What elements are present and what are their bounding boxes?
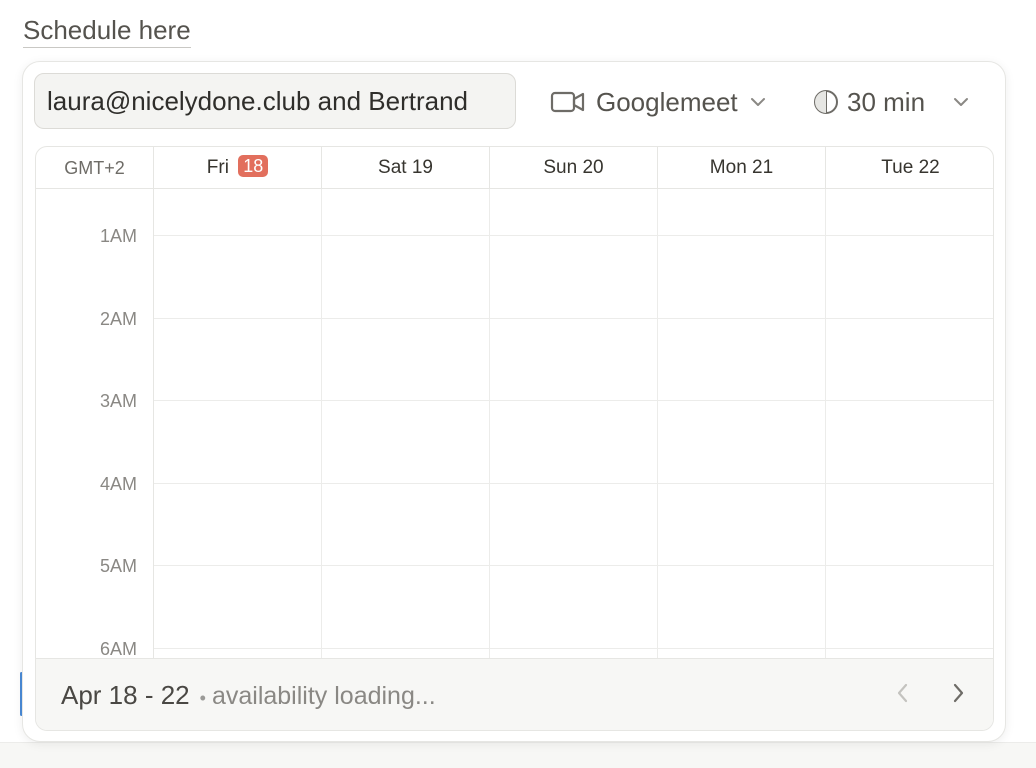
hour-label: 6AM [99,639,137,659]
previous-week-button[interactable] [889,681,917,709]
hour-label: 3AM [99,391,137,411]
day-date: 21 [752,157,774,178]
day-name: Sat [378,157,407,178]
hour-line [154,483,993,484]
duration-selector[interactable]: 30 min [813,82,971,122]
hour-line [154,400,993,401]
today-badge: 18 [238,155,269,177]
invitees-field[interactable]: laura@nicelydone.club and Bertrand [34,73,516,129]
day-header-mon[interactable]: Mon 21 [658,147,826,189]
duration-icon [813,89,839,115]
hour-label: 5AM [99,556,137,576]
day-header-tue[interactable]: Tue 22 [826,147,993,189]
hour-line [154,235,993,236]
day-column[interactable] [490,189,658,659]
day-name: Sun [543,157,578,178]
calendar-footer: Apr 18 - 22 • availability loading... [36,658,993,730]
chevron-down-icon [748,95,768,109]
background-strip [0,742,1036,768]
separator-dot: • [199,688,206,708]
day-column[interactable] [322,189,490,659]
day-header-sun[interactable]: Sun 20 [490,147,658,189]
time-grid[interactable]: 1AM 2AM 3AM 4AM 5AM 6AM [36,189,993,659]
duration-label: 30 min [847,86,926,117]
day-name: Fri [206,157,229,178]
day-column[interactable] [826,189,993,659]
page-title: Schedule here [23,14,191,48]
day-column[interactable] [154,189,322,659]
chevron-down-icon [951,95,971,109]
date-range: Apr 18 - 22 • availability loading... [61,659,436,730]
chevron-right-icon [951,682,965,709]
hour-line [154,565,993,566]
hour-label: 1AM [99,226,137,246]
conference-selector[interactable]: Googlemeet [550,82,768,122]
scheduler-card: laura@nicelydone.club and Bertrand Googl… [22,61,1006,742]
hour-line [154,648,993,649]
video-camera-icon [550,89,586,115]
time-gutter: 1AM 2AM 3AM 4AM 5AM 6AM [36,189,154,659]
timezone-label: GMT+2 [36,147,154,189]
day-date: 20 [582,157,604,178]
hour-line [154,318,993,319]
day-name: Tue [881,157,914,178]
day-header-fri[interactable]: Fri 18 [154,147,322,189]
day-column[interactable] [658,189,826,659]
hour-label: 4AM [99,474,137,494]
day-date: 19 [411,157,433,178]
calendar: GMT+2 Fri 18 Sat 19 Sun 20 Mon 21 Tue 22 [35,146,994,731]
day-date: 22 [918,157,940,178]
availability-status: availability loading... [211,682,436,710]
day-header-sat[interactable]: Sat 19 [322,147,490,189]
calendar-header: GMT+2 Fri 18 Sat 19 Sun 20 Mon 21 Tue 22 [36,147,993,189]
day-name: Mon [709,157,747,178]
chevron-left-icon [896,682,910,709]
next-week-button[interactable] [944,681,972,709]
conference-label: Googlemeet [596,86,738,117]
date-range-label: Apr 18 - 22 [61,680,190,710]
hour-label: 2AM [99,309,137,329]
